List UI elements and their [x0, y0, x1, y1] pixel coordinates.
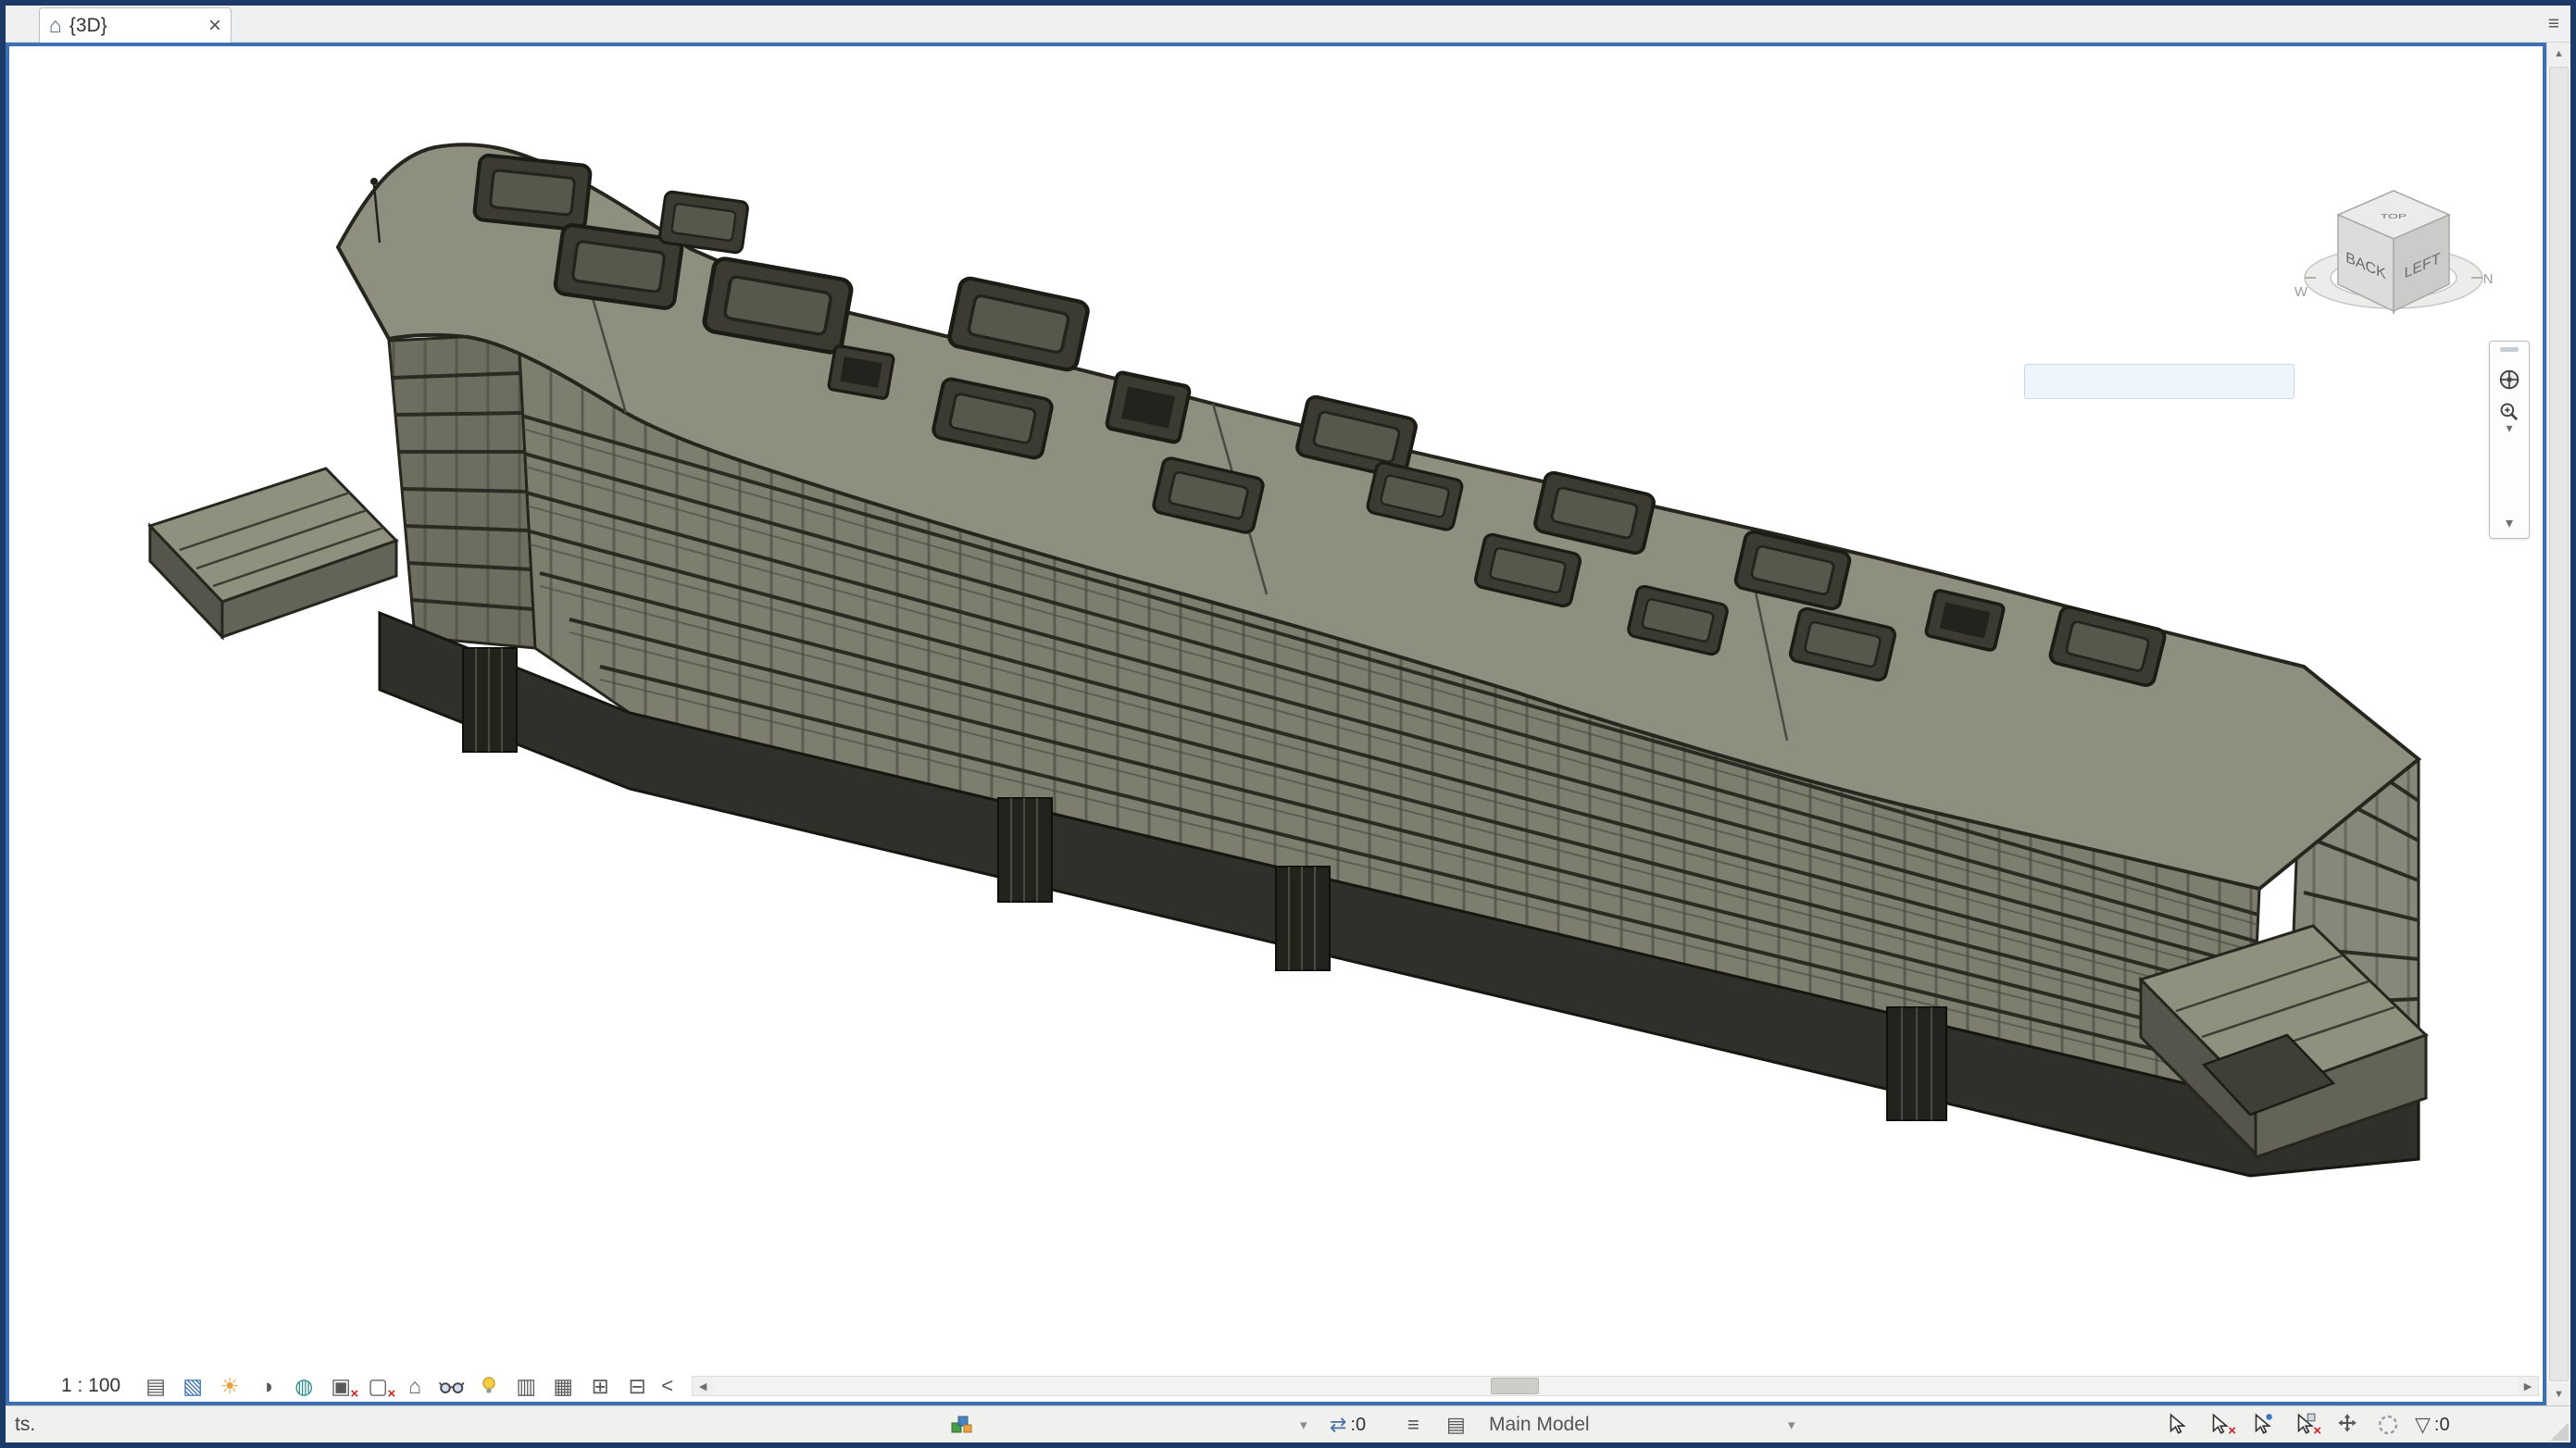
status-bar: ts. ▾ ⇄ :0 ≡ ▤ Main Model ▾: [6, 1405, 2570, 1442]
scroll-left-icon[interactable]: ◀: [693, 1377, 713, 1395]
view-tab-bar: ⌂ {3D} × ≡: [6, 6, 2570, 43]
view-control-bar: 1 : 100 ▤ ▧ ☀ ◑ ◍ ▣× ▢× ⌂: [9, 1372, 681, 1400]
displaced-elements-icon[interactable]: ⊞: [581, 1372, 619, 1400]
select-by-face-icon[interactable]: ×: [2293, 1406, 2319, 1443]
select-underlay-icon[interactable]: ×: [2207, 1406, 2233, 1443]
building-model[interactable]: [150, 144, 2431, 1176]
visual-style-icon[interactable]: ▧: [174, 1372, 211, 1400]
view-tab-label: {3D}: [69, 15, 208, 37]
design-option-chevron-icon[interactable]: ▾: [1788, 1406, 1795, 1443]
select-pinned-icon[interactable]: [2250, 1406, 2276, 1443]
scroll-up-icon[interactable]: ▲: [2547, 43, 2570, 65]
status-prompt-text: ts.: [15, 1406, 35, 1443]
sun-path-icon[interactable]: ☀: [211, 1372, 248, 1400]
view-tab-3d[interactable]: ⌂ {3D} ×: [39, 7, 231, 43]
resize-grip[interactable]: ◢: [2550, 1417, 2569, 1442]
navigation-bar: ▾ ▾: [2489, 341, 2530, 539]
filter-icon[interactable]: ▽ :0: [2415, 1406, 2450, 1443]
temporary-view-properties-icon[interactable]: ▦: [544, 1372, 581, 1400]
reveal-hidden-elements-icon[interactable]: [470, 1372, 507, 1400]
unlocked-view-icon[interactable]: ⌂: [396, 1372, 433, 1400]
viewcube[interactable]: N W TOP BACK LEFT: [2273, 139, 2505, 338]
compass-west-label: W: [2295, 284, 2308, 300]
canvas-bottom-row: 1 : 100 ▤ ▧ ☀ ◑ ◍ ▣× ▢× ⌂: [9, 1370, 2543, 1402]
compass-north-label: N: [2483, 271, 2494, 287]
detail-level-icon[interactable]: ▤: [137, 1372, 174, 1400]
design-option-label: Main Model: [1489, 1414, 1590, 1436]
collapse-arrow-icon[interactable]: <: [661, 1374, 673, 1398]
progress-spinner-icon: [2376, 1406, 2400, 1443]
viewcube-cube[interactable]: TOP BACK LEFT: [2338, 191, 2449, 311]
tab-list-icon[interactable]: ≡: [2541, 13, 2567, 35]
rendering-dialog-icon[interactable]: ◍: [285, 1372, 322, 1400]
selection-count: :0: [2434, 1415, 2450, 1436]
navbar-collapse-icon[interactable]: ▾: [2506, 514, 2513, 532]
reveal-constraints-icon[interactable]: ⊟: [619, 1372, 656, 1400]
zoom-icon[interactable]: ▾: [2494, 398, 2525, 435]
design-option-dropdown[interactable]: Main Model: [1489, 1406, 1590, 1443]
vertical-scroll-thumb[interactable]: [2549, 67, 2569, 1381]
temporary-hide-isolate-icon[interactable]: [433, 1372, 470, 1400]
viewcube-top-label: TOP: [2381, 213, 2407, 220]
scroll-right-icon[interactable]: ▶: [2518, 1377, 2538, 1395]
shadows-icon[interactable]: ◑: [248, 1372, 285, 1400]
vertical-scrollbar[interactable]: ▲ ▼: [2546, 43, 2570, 1405]
workset-dropdown-chevron-icon[interactable]: ▾: [1300, 1406, 1307, 1443]
crop-view-icon[interactable]: ▣×: [322, 1372, 359, 1400]
worksets-icon[interactable]: [950, 1406, 974, 1443]
fading-tooltip: [2024, 364, 2295, 399]
editing-requests-icon[interactable]: ⇄ :0: [1330, 1406, 1366, 1443]
scroll-down-icon[interactable]: ▼: [2547, 1383, 2570, 1405]
scale-button[interactable]: 1 : 100: [61, 1375, 120, 1397]
model-3d-view[interactable]: [9, 46, 2543, 1402]
revit-window: ⌂ {3D} × ≡: [0, 0, 2576, 1448]
select-links-icon[interactable]: [2165, 1406, 2191, 1443]
editing-requests-count: :0: [1350, 1415, 1366, 1436]
steering-wheel-icon[interactable]: [2494, 361, 2525, 398]
drawing-area[interactable]: N W TOP BACK LEFT: [6, 43, 2546, 1405]
close-tab-icon[interactable]: ×: [208, 13, 221, 39]
zoom-dropdown-chevron-icon[interactable]: ▾: [2506, 423, 2512, 432]
navbar-handle[interactable]: [2500, 347, 2519, 352]
design-options-icon[interactable]: ▤: [1446, 1406, 1466, 1443]
horizontal-scroll-thumb[interactable]: [1491, 1378, 1539, 1394]
horizontal-scrollbar[interactable]: ◀ ▶: [692, 1376, 2539, 1396]
drag-on-selection-icon[interactable]: [2335, 1406, 2361, 1443]
worksharing-display-icon[interactable]: ▥: [507, 1372, 544, 1400]
home-icon: ⌂: [49, 13, 62, 38]
show-crop-region-icon[interactable]: ▢×: [359, 1372, 396, 1400]
active-workset-icon[interactable]: ≡: [1407, 1406, 1419, 1443]
